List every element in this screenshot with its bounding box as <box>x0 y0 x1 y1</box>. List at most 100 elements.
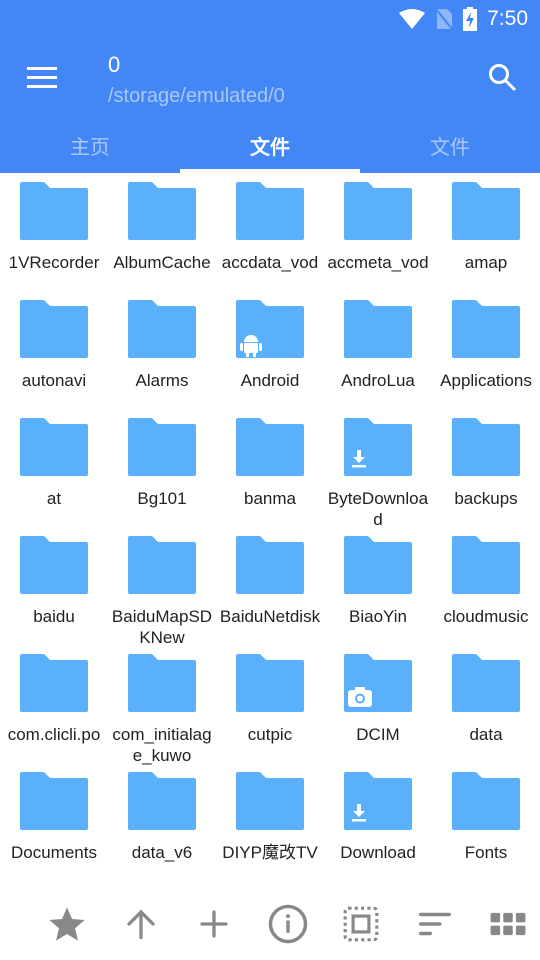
folder-name: BiaoYin <box>349 607 407 626</box>
grid-view-icon[interactable] <box>486 902 530 946</box>
folder-name: ByteDownload <box>327 489 429 529</box>
folder-icon <box>128 536 196 594</box>
folder-item[interactable]: AndroLua <box>324 300 432 418</box>
folder-name: Documents <box>11 843 97 862</box>
folder-icon <box>452 654 520 712</box>
folder-name: banma <box>244 489 296 508</box>
folder-item[interactable]: Android <box>216 300 324 418</box>
folder-item[interactable]: Fonts <box>432 772 540 890</box>
folder-icon <box>344 536 412 594</box>
camera-folder-icon <box>344 654 412 712</box>
folder-item[interactable]: at <box>0 418 108 536</box>
folder-item[interactable]: data_v6 <box>108 772 216 890</box>
folder-icon <box>128 772 196 830</box>
folder-title: 0 <box>108 52 121 77</box>
folder-icon <box>20 300 88 358</box>
folder-item[interactable]: baidu <box>0 536 108 654</box>
menu-icon[interactable] <box>27 67 57 89</box>
folder-name: AndroLua <box>341 371 415 390</box>
folder-name: data <box>469 725 503 744</box>
folder-item[interactable]: Bg101 <box>108 418 216 536</box>
folder-name: backups <box>454 489 518 508</box>
download-folder-icon <box>344 772 412 830</box>
folder-item[interactable]: Alarms <box>108 300 216 418</box>
folder-item[interactable]: Download <box>324 772 432 890</box>
folder-name: Download <box>340 843 416 862</box>
folder-item[interactable]: amap <box>432 182 540 300</box>
tab-files-2[interactable]: 文件 <box>360 128 540 173</box>
folder-item[interactable]: BaiduMapSDKNew <box>108 536 216 654</box>
folder-icon <box>20 536 88 594</box>
folder-item[interactable]: AlbumCache <box>108 182 216 300</box>
arrow-up-icon[interactable] <box>119 902 163 946</box>
add-icon[interactable] <box>192 902 236 946</box>
folder-icon <box>452 772 520 830</box>
info-icon[interactable] <box>266 902 310 946</box>
folder-name: accdata_vod <box>221 253 319 272</box>
folder-item[interactable]: DIYP魔改TV <box>216 772 324 890</box>
folder-name: DIYP魔改TV <box>222 843 318 862</box>
folder-name: Bg101 <box>137 489 187 508</box>
folder-icon <box>344 182 412 240</box>
folder-icon <box>452 418 520 476</box>
folder-name: Alarms <box>135 371 189 390</box>
folder-item[interactable]: com.clicli.po <box>0 654 108 772</box>
download-folder-icon <box>344 418 412 476</box>
folder-item[interactable]: cutpic <box>216 654 324 772</box>
folder-icon <box>20 772 88 830</box>
folder-item[interactable]: BiaoYin <box>324 536 432 654</box>
folder-item[interactable]: DCIM <box>324 654 432 772</box>
folder-item[interactable]: accdata_vod <box>216 182 324 300</box>
folder-name: Fonts <box>464 843 508 862</box>
folder-item[interactable]: 1VRecorder <box>0 182 108 300</box>
folder-icon <box>20 182 88 240</box>
folder-item[interactable]: autonavi <box>0 300 108 418</box>
search-icon[interactable] <box>488 63 518 93</box>
folder-item[interactable]: BaiduNetdisk <box>216 536 324 654</box>
folder-name: BaiduMapSDKNew <box>111 607 213 647</box>
folder-icon <box>128 418 196 476</box>
folder-name: AlbumCache <box>113 253 211 272</box>
folder-name: DCIM <box>356 725 400 744</box>
folder-item[interactable]: Applications <box>432 300 540 418</box>
tab-home[interactable]: 主页 <box>0 128 180 173</box>
select-all-icon[interactable] <box>339 902 383 946</box>
folder-name: data_v6 <box>131 843 193 862</box>
folder-item[interactable]: com_initialage_kuwo <box>108 654 216 772</box>
sort-icon[interactable] <box>413 902 457 946</box>
folder-path: /storage/emulated/0 <box>108 85 285 107</box>
star-icon[interactable] <box>45 902 89 946</box>
folder-item[interactable]: Documents <box>0 772 108 890</box>
folder-item[interactable]: data <box>432 654 540 772</box>
folder-item[interactable]: accmeta_vod <box>324 182 432 300</box>
folder-name: cutpic <box>247 725 293 744</box>
folder-name: cloudmusic <box>443 607 529 626</box>
folder-name: amap <box>464 253 508 272</box>
folder-item[interactable]: cloudmusic <box>432 536 540 654</box>
folder-name: com_initialage_kuwo <box>112 725 212 765</box>
folder-icon <box>452 536 520 594</box>
app-bar: 7:50 0 /storage/emulated/0 主页 文件 文件 <box>0 0 540 173</box>
folder-name: BaiduNetdisk <box>219 607 321 626</box>
folder-icon <box>236 418 304 476</box>
folder-icon <box>236 772 304 830</box>
folder-name: Android <box>240 371 300 390</box>
tab-files[interactable]: 文件 <box>180 128 360 173</box>
folder-icon <box>128 182 196 240</box>
folder-name: com.clicli.po <box>7 725 101 744</box>
folder-item[interactable]: banma <box>216 418 324 536</box>
folder-icon <box>236 654 304 712</box>
folder-item[interactable]: backups <box>432 418 540 536</box>
folder-icon <box>236 536 304 594</box>
folder-icon <box>20 418 88 476</box>
folder-name: autonavi <box>21 371 87 390</box>
folder-icon <box>128 300 196 358</box>
no-sim-icon <box>435 8 453 30</box>
folder-name: baidu <box>33 607 75 626</box>
android-folder-icon <box>236 300 304 358</box>
folder-icon <box>344 300 412 358</box>
folder-icon <box>20 654 88 712</box>
folder-icon <box>128 654 196 712</box>
folder-item[interactable]: ByteDownload <box>324 418 432 536</box>
tab-bar: 主页 文件 文件 <box>0 128 540 173</box>
